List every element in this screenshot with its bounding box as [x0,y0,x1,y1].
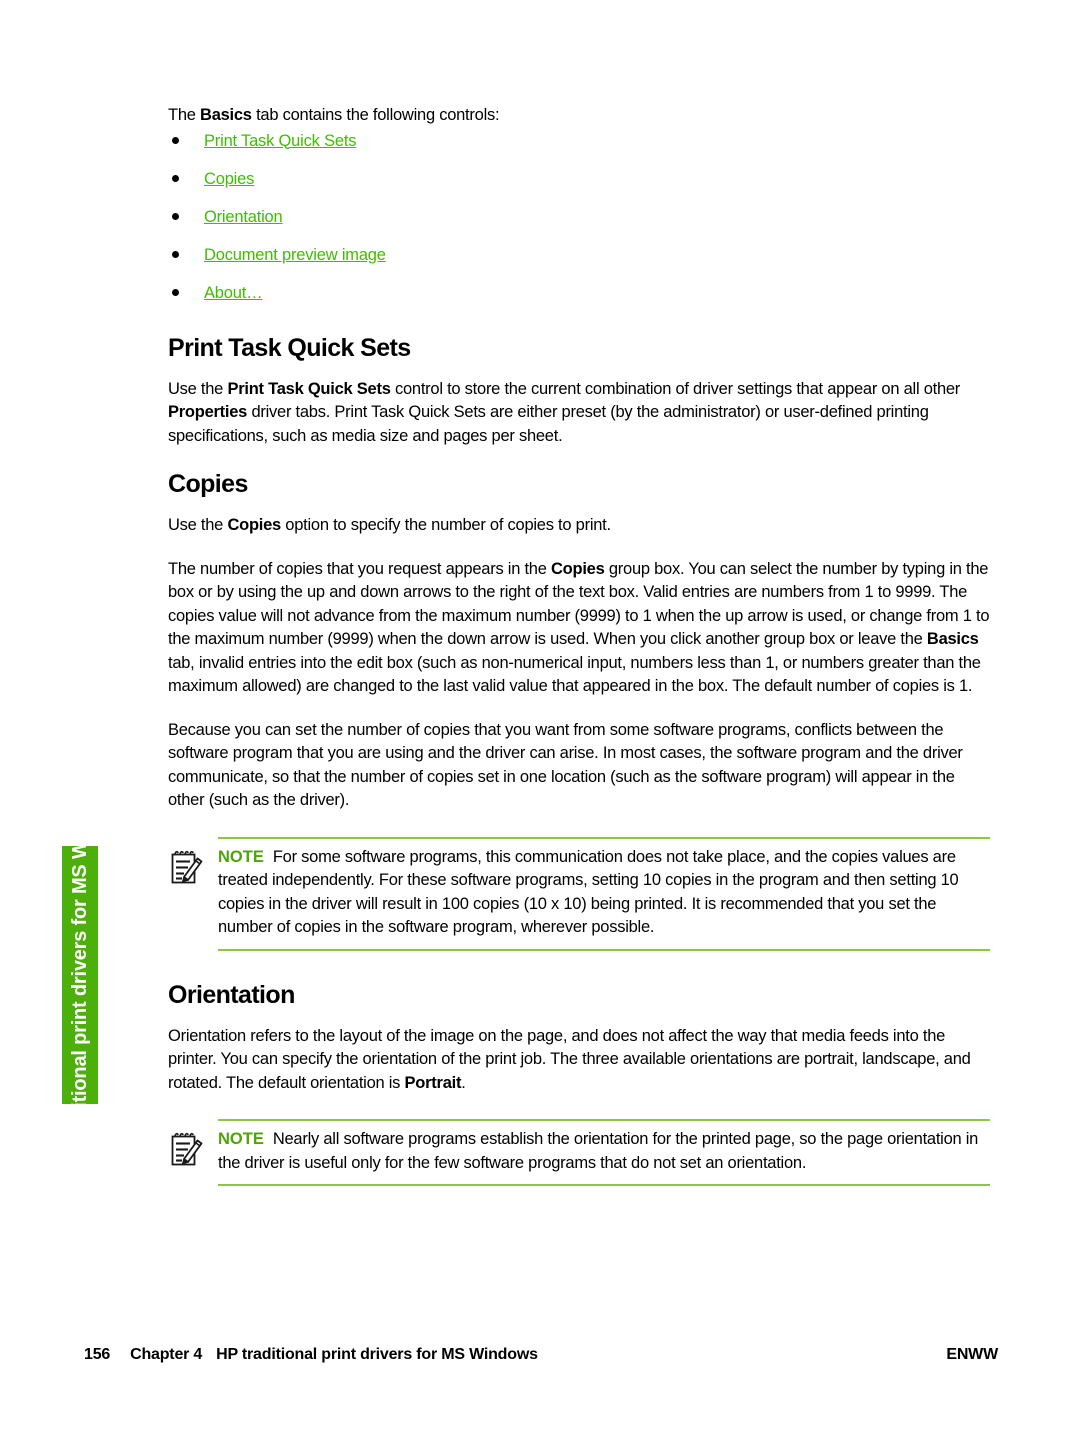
note-box-orientation: NOTE Nearly all software programs establi… [168,1119,990,1186]
intro-before: The [168,106,201,124]
list-item: Orientation [168,204,990,242]
link-orientation[interactable]: Orientation [204,208,283,226]
list-item: Copies [168,166,990,204]
chapter-side-tab: HP traditional print drivers for MS Wind… [62,846,98,1104]
intro-bold: Basics [200,106,252,124]
note-text-orientation: NOTE Nearly all software programs establi… [218,1121,990,1184]
text-run: option to specify the number of copies t… [280,516,611,534]
intro-paragraph: The Basics tab contains the following co… [168,104,990,128]
note-text-copies: NOTE For some software programs, this com… [218,839,990,949]
footer-chapter-number: Chapter 4 [130,1346,203,1363]
note-rule-bottom [218,1184,990,1186]
cross-reference-list: Print Task Quick Sets Copies Orientation… [168,128,990,318]
page-content: The Basics tab contains the following co… [168,104,990,1186]
bold-run: Copies [551,559,605,578]
page-footer: 156 Chapter 4 HP traditional print drive… [84,1346,998,1364]
bold-run: Basics [926,630,979,648]
notepad-pencil-icon [170,1131,204,1169]
bullet-icon [172,174,179,182]
link-document-preview-image[interactable]: Document preview image [204,246,386,264]
link-print-task-quick-sets[interactable]: Print Task Quick Sets [204,132,357,150]
list-item: About… [168,280,990,318]
footer-chapter-title: HP traditional print drivers for MS Wind… [216,1346,538,1363]
section-heading-orientation: Orientation [168,980,295,1009]
bullet-icon [172,288,179,296]
section-heading-copies: Copies [168,470,248,498]
notepad-pencil-icon [170,849,204,887]
intro-after: tab contains the following controls: [251,106,500,124]
note-box-copies: NOTE For some software programs, this com… [168,836,990,951]
text-run: Orientation refers to the layout of the … [168,1026,971,1092]
footer-page-number: 156 [84,1346,111,1363]
bullet-icon [172,136,179,144]
note-text: Nearly all software programs establish t… [218,1130,979,1172]
bold-run: Copies [227,516,281,534]
note-rule-bottom [218,948,990,951]
section-2-paragraph-1: Orientation refers to the layout of the … [168,1025,990,1096]
section-1-paragraph-2: The number of copies that you request ap… [168,558,990,699]
text-run: The number of copies that you request ap… [168,559,551,578]
text-run: Use the [168,516,228,534]
note-label: NOTE [218,1130,264,1148]
section-0-paragraph-1: Use the Print Task Quick Sets control to… [168,378,990,449]
link-copies[interactable]: Copies [204,170,254,188]
bold-run: Portrait [404,1073,462,1092]
bold-run: Print Task Quick Sets [227,379,391,398]
text-run: . [461,1073,466,1092]
chapter-side-tab-label: HP traditional print drivers for MS Wind… [69,846,92,1104]
text-run: Use the [168,379,228,398]
document-page: HP traditional print drivers for MS Wind… [0,0,1080,1437]
section-1-paragraph-1: Use the Copies option to specify the num… [168,514,990,538]
bold-run: Properties [168,403,248,421]
section-heading-print-task-quick-sets: Print Task Quick Sets [168,333,411,362]
text-run: tab, invalid entries into the edit box (… [168,653,981,696]
text-run: driver tabs. Print Task Quick Sets are e… [168,403,929,445]
footer-left-group: 156 Chapter 4 HP traditional print drive… [84,1346,538,1364]
list-item: Document preview image [168,242,990,280]
note-label: NOTE [218,847,264,866]
bullet-icon [172,250,179,258]
link-about[interactable]: About… [204,284,263,302]
note-text: For some software programs, this communi… [218,847,959,937]
bullet-icon [172,212,179,220]
list-item: Print Task Quick Sets [168,128,990,166]
section-1-paragraph-3: Because you can set the number of copies… [168,720,963,810]
text-run: control to store the current combination… [390,379,961,398]
footer-locale-code: ENWW [946,1346,998,1363]
